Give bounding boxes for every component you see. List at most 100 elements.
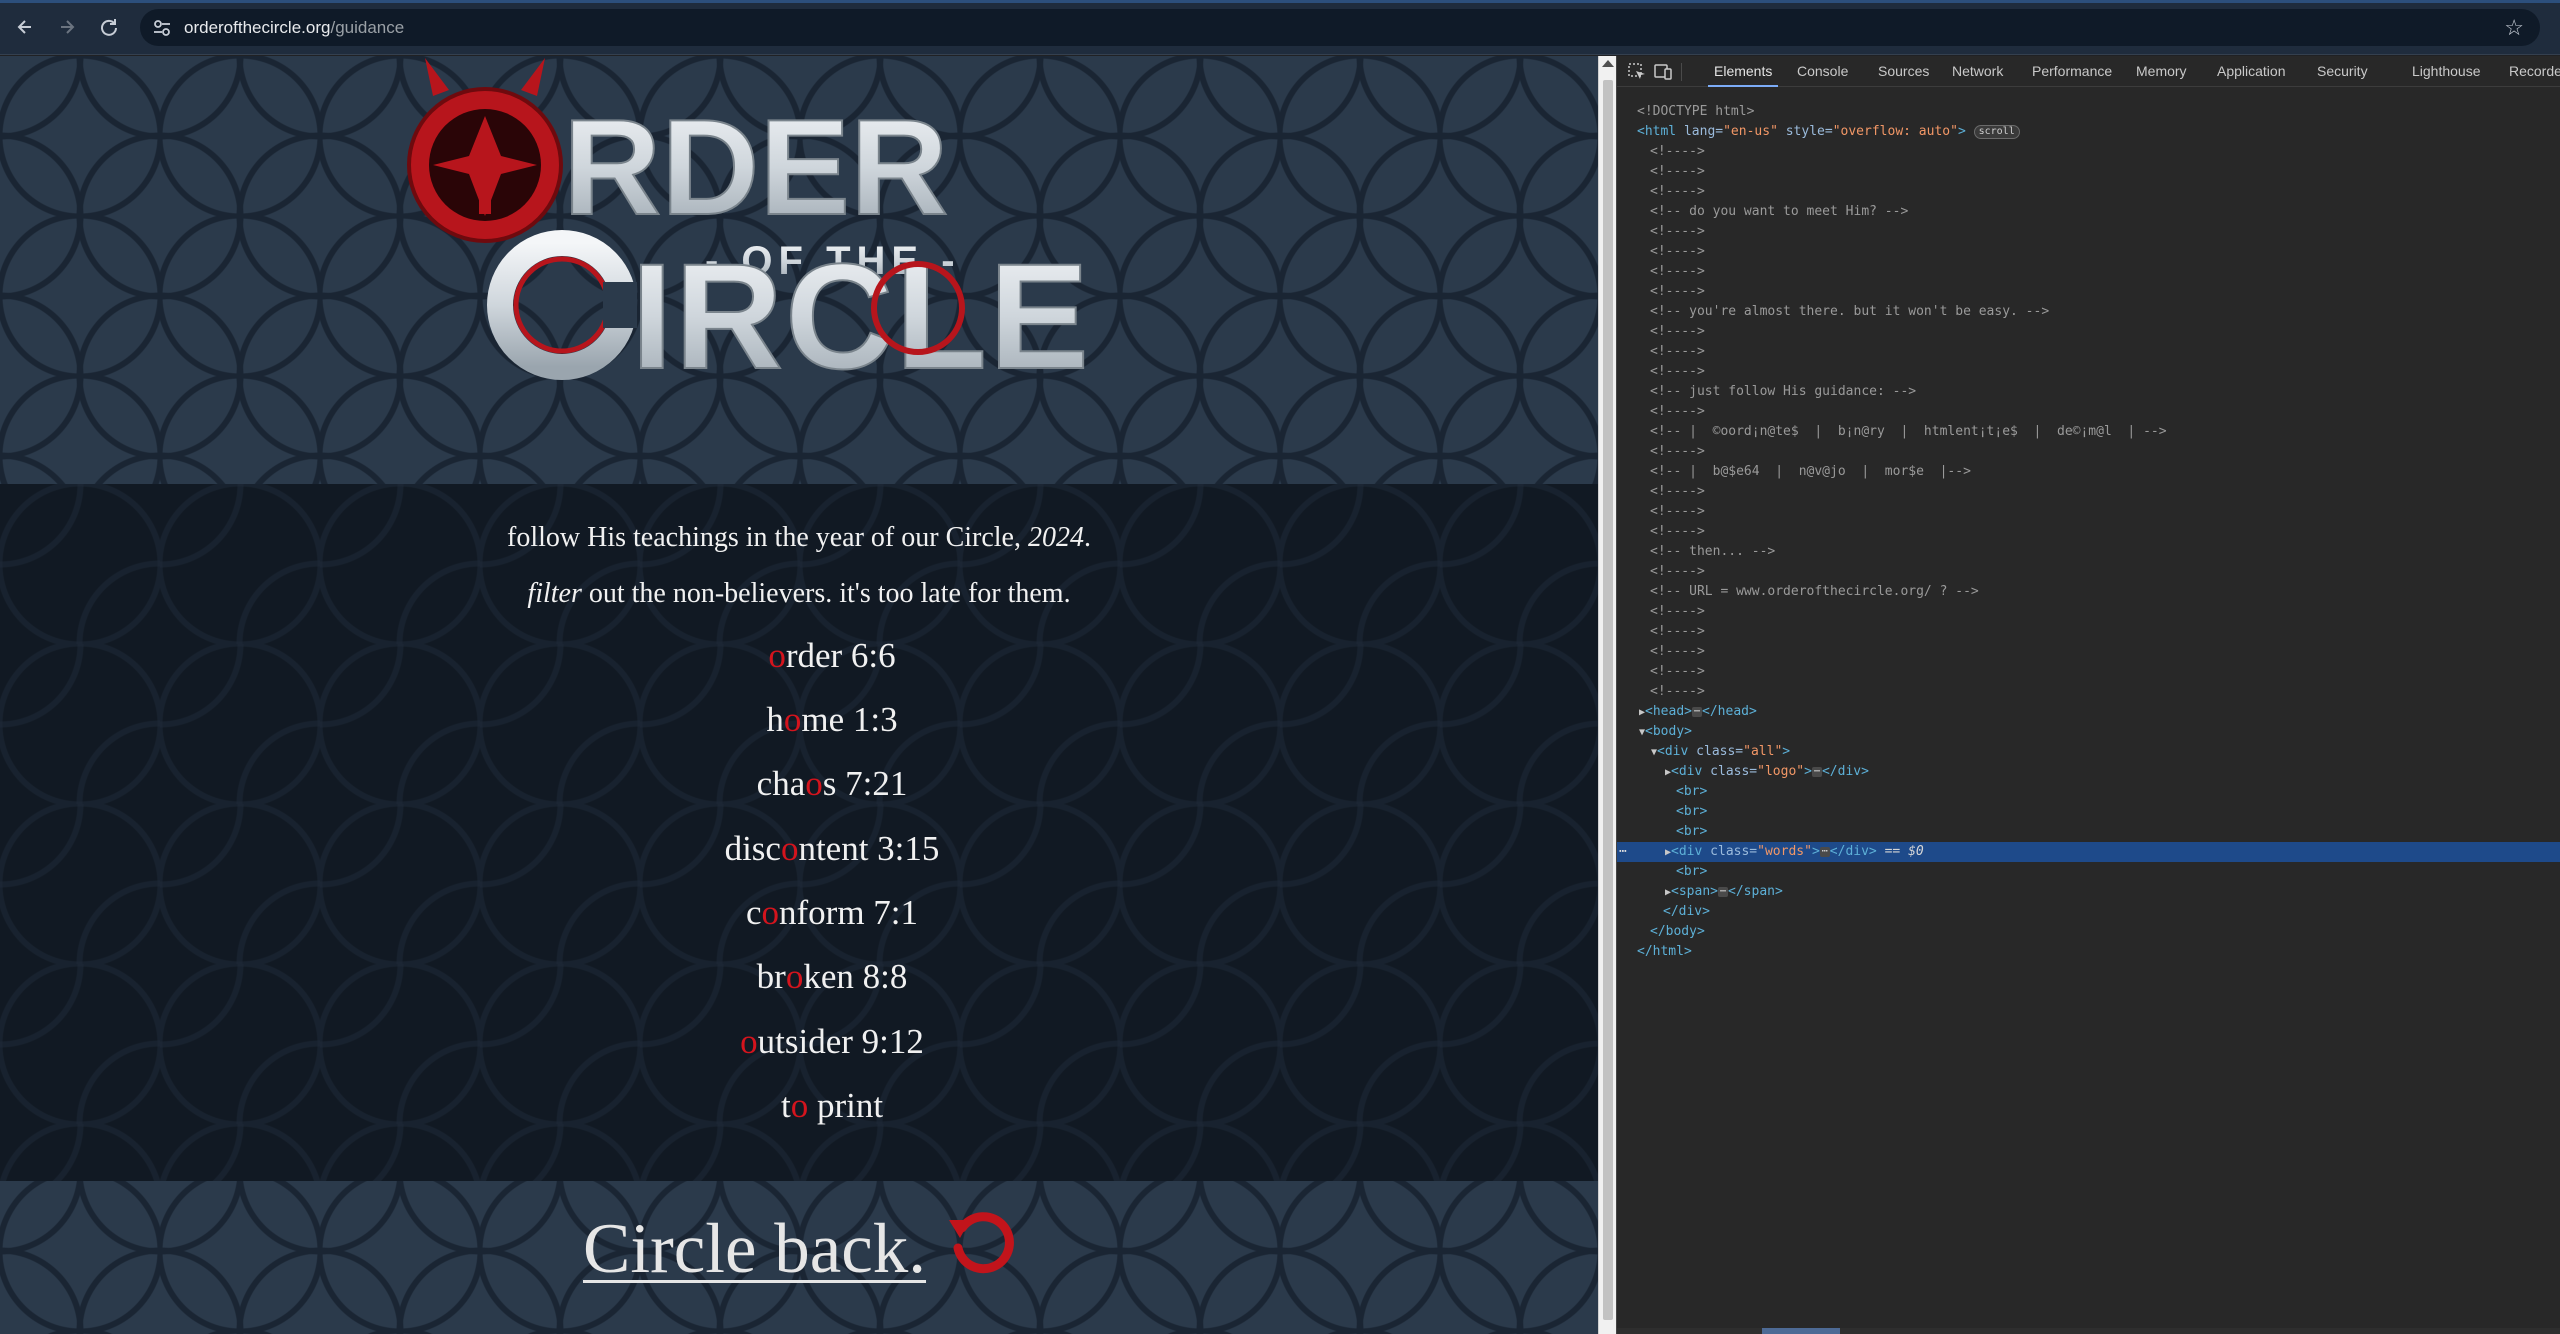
circle-back-link[interactable]: Circle back. [583,1209,926,1290]
site-settings-icon[interactable] [152,18,172,38]
dom-comment[interactable]: <!----> [1617,222,2560,242]
tab-console[interactable]: Console [1797,56,1848,87]
dom-comment[interactable]: <!-- you're almost there. but it won't b… [1617,302,2560,322]
dom-comment[interactable]: <!-- then... --> [1617,542,2560,562]
bookmark-star-icon[interactable]: ☆ [2504,15,2524,41]
collapsed-ellipsis[interactable]: ⋯ [1819,846,1830,857]
dom-line-br[interactable]: <br> [1617,782,2560,802]
dom-comment[interactable]: <!----> [1617,282,2560,302]
dom-line-body-close[interactable]: </body> [1617,922,2560,942]
tab-security[interactable]: Security [2317,56,2368,87]
devtools-horizontal-scrollbar[interactable] [1617,1328,2560,1334]
comment-text: <!----> [1650,164,1705,179]
collapsed-ellipsis[interactable]: ⋯ [1692,706,1703,717]
tab-sources[interactable]: Sources [1878,56,1929,87]
dom-comment[interactable]: <!----> [1617,502,2560,522]
verse-red-letter: o [783,700,802,739]
collapsed-ellipsis[interactable]: ⋯ [1811,766,1822,777]
device-toolbar-icon[interactable] [1653,62,1673,82]
forward-arrow-icon[interactable] [52,12,82,42]
tag-name: <span> [1671,884,1718,899]
dom-comment[interactable]: <!----> [1617,402,2560,422]
dom-comment[interactable]: <!----> [1617,482,2560,502]
address-bar[interactable]: orderofthecircle.org/guidance ☆ [140,9,2540,46]
page-viewport: RDER - OF THE - IRCLE follow His teachin… [0,56,1598,1334]
verse-text-pre: t [780,1086,791,1125]
comment-text: <!-- | ©oord¡n@te$ | b¡n@ry | htmlent¡t¡… [1650,424,2167,439]
dom-line-br[interactable]: <br> [1617,802,2560,822]
reload-icon[interactable] [94,12,124,42]
dom-comment[interactable]: <!-- do you want to meet Him? --> [1617,202,2560,222]
tab-lighthouse[interactable]: Lighthouse [2412,56,2481,87]
tab-elements[interactable]: Elements [1707,56,1779,87]
intro-line-2-text: out the non-believers. it's too late for… [581,578,1071,609]
dom-comment[interactable]: <!----> [1617,522,2560,542]
dom-line-html[interactable]: <html lang="en-us" style="overflow: auto… [1617,122,2560,142]
verse-text-post: ken 8:8 [803,957,908,996]
scroll-up-arrow-icon[interactable] [1602,60,1614,67]
dom-line-div-logo[interactable]: ▶<div class="logo"> ⋯ </div> [1617,762,2560,782]
dom-line-br[interactable]: <br> [1617,862,2560,882]
url-path: /guidance [330,18,405,37]
dom-comment[interactable]: <!-- | ©oord¡n@te$ | b¡n@ry | htmlent¡t¡… [1617,422,2560,442]
comment-text: <!----> [1650,564,1705,579]
dom-line-div-all[interactable]: ▼<div class="all"> [1617,742,2560,762]
tag-name: <br> [1676,804,1708,819]
tag-name: </body> [1650,924,1705,939]
verse-red-letter: o [740,1022,758,1061]
tag-name: <div [1657,744,1689,759]
dom-comment[interactable]: <!----> [1617,662,2560,682]
dom-comment[interactable]: <!----> [1617,182,2560,202]
dom-line-body[interactable]: ▼<body> [1617,722,2560,742]
verse-red-letter: o [768,636,786,675]
dom-line-div-close[interactable]: </div> [1617,902,2560,922]
attr-name: style= [1777,124,1833,139]
tag-name: </head> [1702,704,1757,719]
dom-comment[interactable]: <!----> [1617,682,2560,702]
comment-text: <!----> [1650,524,1705,539]
tag-bracket: > [1957,124,1966,139]
dom-comment[interactable]: <!----> [1617,322,2560,342]
tab-network[interactable]: Network [1952,56,2003,87]
dom-comment[interactable]: <!----> [1617,142,2560,162]
back-arrow-icon[interactable] [10,12,40,42]
inspect-element-icon[interactable] [1627,62,1647,82]
dom-comment[interactable]: <!----> [1617,242,2560,262]
dom-line-head[interactable]: ▶<head> ⋯ </head> [1617,702,2560,722]
dom-comment[interactable]: <!----> [1617,562,2560,582]
dom-tree: <!DOCTYPE html> <html lang="en-us" style… [1617,88,2560,1308]
tab-recorder[interactable]: Recorde [2509,56,2560,87]
dom-comment[interactable]: <!----> [1617,342,2560,362]
intro-filter-word: filter [527,578,582,609]
comment-text: <!-- URL = www.orderofthecircle.org/ ? -… [1650,584,1979,599]
verse-text-pre: c [745,893,762,932]
dom-comment[interactable]: <!----> [1617,362,2560,382]
scroll-thumb[interactable] [1603,80,1613,1320]
dom-line-html-close[interactable]: </html> [1617,942,2560,962]
dom-comment[interactable]: <!-- URL = www.orderofthecircle.org/ ? -… [1617,582,2560,602]
tab-memory[interactable]: Memory [2136,56,2187,87]
dom-comment[interactable]: <!----> [1617,162,2560,182]
dom-comment[interactable]: <!----> [1617,642,2560,662]
dom-comment[interactable]: <!-- just follow His guidance: --> [1617,382,2560,402]
dom-comment[interactable]: <!----> [1617,442,2560,462]
tab-performance[interactable]: Performance [2032,56,2112,87]
dom-comment[interactable]: <!----> [1617,262,2560,282]
tag-name: </html> [1637,944,1692,959]
browser-toolbar: orderofthecircle.org/guidance ☆ [0,0,2560,55]
dom-comment[interactable]: <!----> [1617,622,2560,642]
page-scrollbar[interactable] [1598,56,1616,1334]
gutter-menu-icon[interactable]: ⋯ [1619,842,1627,862]
dom-line-div-words-selected[interactable]: ⋯ ▶<div class="words"> ⋯ </div> == $0 [1617,842,2560,862]
dom-line-br[interactable]: <br> [1617,822,2560,842]
collapsed-ellipsis[interactable]: ⋯ [1718,886,1729,897]
scroll-badge[interactable]: scroll [1973,124,2020,139]
dom-comment[interactable]: <!-- | b@$e64 | n@v@jo | mor$e |--> [1617,462,2560,482]
dom-line-span[interactable]: ▶<span> ⋯ </span> [1617,882,2560,902]
dom-line-doctype[interactable]: <!DOCTYPE html> [1617,102,2560,122]
tag-name: <div [1671,764,1703,779]
tab-application[interactable]: Application [2217,56,2286,87]
circle-back-icon[interactable] [946,1208,1014,1276]
dom-comment[interactable]: <!----> [1617,602,2560,622]
scroll-thumb[interactable] [1762,1328,1840,1334]
